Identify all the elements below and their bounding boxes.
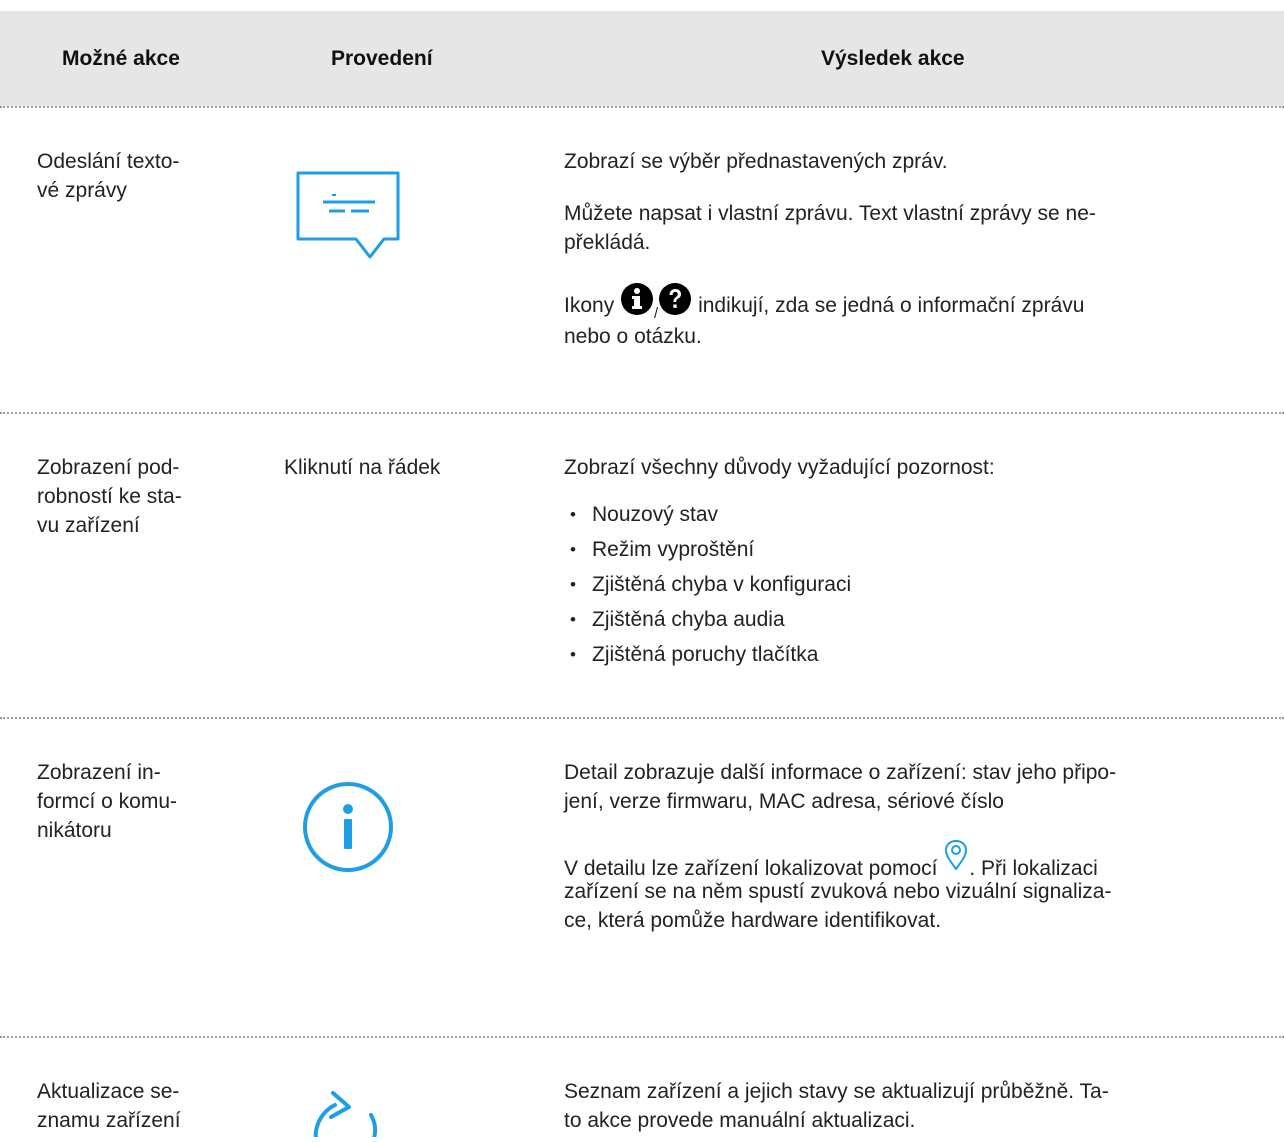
- list-item: Zjištěná chyba v konfiguraci: [564, 567, 1264, 602]
- row-communicator-info-action: Zobrazení in- formcí o komu- nikátoru: [37, 758, 177, 845]
- action-text-line: Odeslání texto-: [37, 150, 180, 173]
- action-text-line: Zobrazení in-: [37, 761, 161, 784]
- row-send-text-message-result: Zobrazí se výběr přednastavených zpráv. …: [564, 147, 1264, 351]
- result-line: ce, která pomůže hardware identifikovat.: [564, 909, 942, 932]
- list-item: Zjištěná chyba audia: [564, 602, 1264, 637]
- action-text-line: Aktualizace se-: [37, 1080, 180, 1103]
- result-paragraph: Můžete napsat i vlastní zprávu. Text vla…: [564, 199, 1264, 257]
- result-line: jení, verze firmwaru, MAC adresa, sériov…: [564, 790, 1004, 813]
- action-text-line: formcí o komu-: [37, 790, 178, 813]
- result-line: Můžete napsat i vlastní zprávu. Text vla…: [564, 202, 1096, 225]
- info-circle-icon[interactable]: [302, 781, 394, 878]
- list-item: Zjištěná poruchy tlačítka: [564, 637, 1264, 672]
- list-item: Nouzový stav: [564, 497, 1264, 532]
- result-paragraph: Ikony / indikují, zda se jedná o informa…: [564, 282, 1264, 351]
- row-divider: [0, 717, 1284, 719]
- row-communicator-info-result: Detail zobrazuje další informace o zaříz…: [564, 758, 1274, 935]
- row-refresh-list-result: Seznam zařízení a jejich stavy se aktual…: [564, 1077, 1264, 1135]
- result-paragraph: Zobrazí se výběr přednastavených zpráv.: [564, 150, 948, 173]
- action-text-line: nikátoru: [37, 819, 112, 842]
- icons-suffix-text: indikují, zda se jedná o informační zprá…: [698, 294, 1085, 317]
- result-line: Seznam zařízení a jejich stavy se aktual…: [564, 1080, 1109, 1103]
- refresh-icon[interactable]: [305, 1087, 385, 1142]
- row-device-status-result: Zobrazí všechny důvody vyžadující pozorn…: [564, 453, 1264, 672]
- row-device-status-execution: Kliknutí na řádek: [284, 456, 441, 479]
- result-line: Detail zobrazuje další informace o zaříz…: [564, 761, 1117, 784]
- row-send-text-message-action: Odeslání texto- vé zprávy: [37, 147, 179, 205]
- message-bubble-icon[interactable]: [296, 171, 402, 266]
- action-text-line: znamu zařízení: [37, 1109, 181, 1132]
- result-line: to akce provede manuální aktualizaci.: [564, 1109, 916, 1132]
- action-text-line: robností ke sta-: [37, 485, 182, 508]
- result-paragraph: V detailu lze zařízení lokalizovat pomoc…: [564, 839, 1274, 935]
- result-line: nebo o otázku.: [564, 325, 702, 348]
- header-result: Výsledek akce: [821, 47, 965, 70]
- header-execution: Provedení: [331, 47, 433, 70]
- action-text-line: vé zprávy: [37, 179, 127, 202]
- result-line: překládá.: [564, 231, 651, 254]
- row-device-status-details-action: Zobrazení pod- robností ke sta- vu zaříz…: [37, 453, 182, 540]
- list-item: Režim vyproštění: [564, 532, 1264, 567]
- row-divider: [0, 106, 1284, 108]
- header-possible-actions: Možné akce: [62, 47, 180, 70]
- icons-prefix-text: Ikony: [564, 294, 615, 317]
- action-text-line: vu zařízení: [37, 514, 140, 537]
- result-intro: Zobrazí všechny důvody vyžadující pozorn…: [564, 456, 995, 479]
- row-divider: [0, 412, 1284, 414]
- row-refresh-list-action: Aktualizace se- znamu zařízení: [37, 1077, 181, 1135]
- action-text-line: Zobrazení pod-: [37, 456, 180, 479]
- table-header: Možné akce Provedení Výsledek akce: [0, 11, 1284, 106]
- reasons-list: Nouzový stav Režim vyproštění Zjištěná c…: [564, 497, 1264, 672]
- result-line: zařízení se na něm spustí zvuková nebo v…: [564, 880, 1112, 903]
- row-divider: [0, 1036, 1284, 1038]
